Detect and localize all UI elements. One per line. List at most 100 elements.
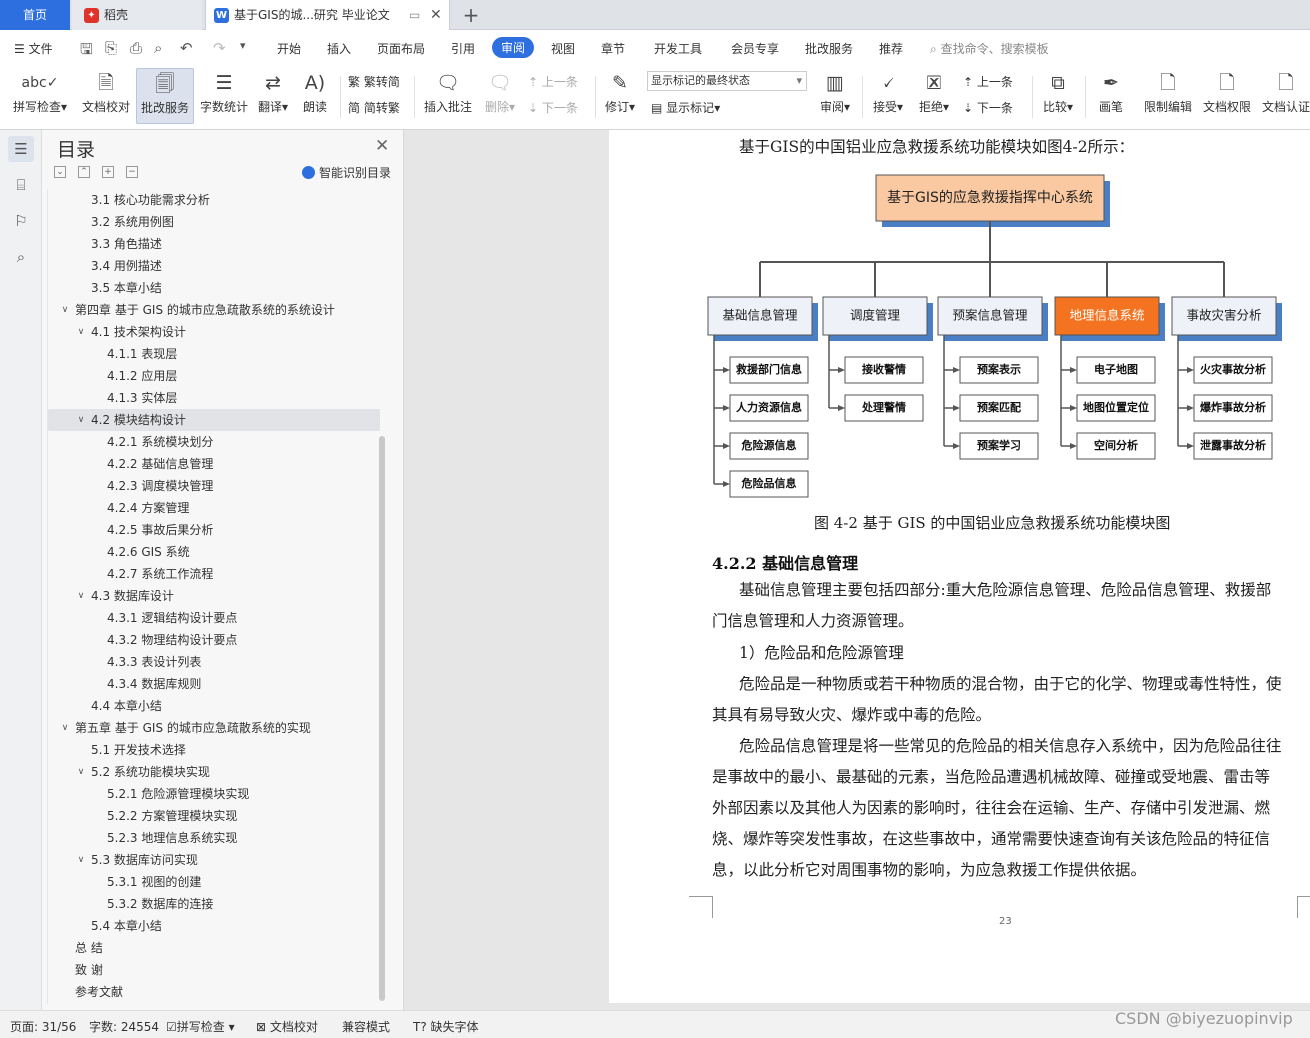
menu-chapter[interactable]: 章节 xyxy=(601,40,625,57)
chevron-down-icon[interactable]: ∨ xyxy=(75,409,87,431)
toc-item-label: 4.2.7 系统工作流程 xyxy=(107,567,214,581)
prev-comment-button[interactable]: ⇡ 上一条 xyxy=(528,73,578,90)
toc-item-label: 4.3.2 物理结构设计要点 xyxy=(107,633,238,647)
status-spellcheck[interactable]: ☑拼写检查 ▾ xyxy=(166,1018,235,1035)
toc-item-label: 4.3.4 数据库规则 xyxy=(107,677,202,691)
command-search-label: 查找命令、搜索模板 xyxy=(940,42,1049,56)
doc-cert-button[interactable]: 🗋 文档认证 xyxy=(1258,68,1310,124)
accept-icon: 🗸 xyxy=(881,72,895,94)
menu-recommend[interactable]: 推荐 xyxy=(879,40,903,57)
remove-level-icon[interactable]: − xyxy=(126,166,138,178)
toc-panel-icon[interactable]: ☰ xyxy=(8,136,34,162)
menu-review-service[interactable]: 批改服务 xyxy=(805,40,853,57)
read-aloud-icon: A) xyxy=(304,72,326,94)
menu-review[interactable]: 审阅 xyxy=(492,37,535,58)
status-doccheck[interactable]: ⊠ 文档校对 xyxy=(256,1018,318,1035)
chevron-down-icon[interactable]: ∨ xyxy=(59,299,71,321)
print-icon[interactable]: ⎙ xyxy=(130,39,142,57)
bookmark-icon[interactable]: ⚐ xyxy=(8,208,34,234)
delete-comment-button[interactable]: 🗨 删除▾ xyxy=(480,68,520,124)
chevron-down-icon[interactable]: ∨ xyxy=(59,717,71,739)
missing-font[interactable]: T? 缺失字体 xyxy=(413,1018,479,1035)
compare-button[interactable]: ⧉ 比较▾ xyxy=(1038,68,1078,124)
toc-item-label: 3.1 核心功能需求分析 xyxy=(91,193,210,207)
wordcount-button[interactable]: ☰ 字数统计 xyxy=(198,68,250,124)
tab-document-label: 基于GIS的城...研究 毕业论文 xyxy=(234,8,390,22)
new-tab-button[interactable]: + xyxy=(458,0,484,30)
find-icon[interactable]: ⌕ xyxy=(8,244,34,270)
menu-view[interactable]: 视图 xyxy=(551,40,575,57)
menu-page-layout[interactable]: 页面布局 xyxy=(377,40,425,57)
undo-icon[interactable]: ↶ xyxy=(180,39,193,57)
markup-state-select[interactable]: 显示标记的最终状态 ▾ xyxy=(647,71,807,91)
review-pane-button[interactable]: ▥ 审阅▾ xyxy=(815,68,855,124)
module-box-label: 基础信息管理 xyxy=(722,308,798,323)
tab-home[interactable]: 首页 xyxy=(0,0,70,30)
to-simplified-button[interactable]: 简 简转繁 xyxy=(348,99,400,116)
to-traditional-button[interactable]: 繁 繁转简 xyxy=(348,73,400,90)
track-changes-button[interactable]: ✎ 修订▾ xyxy=(600,68,640,124)
pin-tab-icon[interactable]: ▭ xyxy=(409,0,420,30)
delete-comment-label: 删除 xyxy=(484,100,509,114)
menu-member[interactable]: 会员专享 xyxy=(731,40,779,57)
module-box-label: 预案信息管理 xyxy=(952,308,1028,323)
chapter-nav-icon[interactable]: ⌸ xyxy=(8,172,34,198)
redo-icon[interactable]: ↷ xyxy=(213,39,226,57)
translate-button[interactable]: ⇄ 翻译▾ xyxy=(255,68,291,124)
menu-developer[interactable]: 开发工具 xyxy=(654,40,702,57)
reject-button[interactable]: 🗷 拒绝▾ xyxy=(914,68,954,124)
arrow-head xyxy=(723,405,730,411)
show-markup-button[interactable]: ▤ 显示标记▾ xyxy=(651,99,720,116)
spellcheck-button[interactable]: abc✓ 拼写检查▾ xyxy=(8,68,72,124)
next-comment-button[interactable]: ⇣ 下一条 xyxy=(528,99,578,116)
read-aloud-button[interactable]: A) 朗读 xyxy=(298,68,332,124)
command-search[interactable]: ⌕ 查找命令、搜索模板 xyxy=(930,40,1049,57)
close-icon[interactable]: ✕ xyxy=(375,136,389,156)
tab-daoke[interactable]: ✦ 稻壳 xyxy=(72,0,202,30)
page-number: 23 xyxy=(999,916,1012,927)
chevron-down-icon[interactable]: ∨ xyxy=(75,761,87,783)
tab-document[interactable]: W 基于GIS的城...研究 毕业论文 ▭ ✕ xyxy=(205,0,450,30)
quick-access-more-icon[interactable]: ▾ xyxy=(240,39,246,52)
collapse-all-icon[interactable]: ⌄ xyxy=(54,166,66,178)
doc-permission-button[interactable]: 🗋 文档权限 xyxy=(1199,68,1255,124)
prev-change-label: 上一条 xyxy=(976,75,1013,89)
module-box-label: 调度管理 xyxy=(850,308,901,323)
toc-item-label: 5.2 系统功能模块实现 xyxy=(91,765,210,779)
insert-comment-button[interactable]: 🗨 插入批注 xyxy=(420,68,476,124)
review-service-button[interactable]: 🗐 批改服务 xyxy=(136,68,194,124)
toc-title: 目录 xyxy=(57,139,96,161)
smart-toc-button[interactable]: 智能识别目录 xyxy=(302,164,391,181)
print-preview-icon[interactable]: ⌕ xyxy=(154,39,162,57)
chevron-down-icon[interactable]: ∨ xyxy=(75,849,87,871)
toc-item-label: 4.3.3 表设计列表 xyxy=(107,655,202,669)
pen-button[interactable]: ✒ 画笔 xyxy=(1091,68,1131,124)
restrict-edit-button[interactable]: 🗋 限制编辑 xyxy=(1140,68,1196,124)
review-pane-icon: ▥ xyxy=(826,72,844,94)
close-tab-icon[interactable]: ✕ xyxy=(430,0,442,30)
paragraph-line: 危险品是一种物质或若干种物质的混合物，由于它的化学、物理或毒性特性，使 xyxy=(739,675,1282,693)
chevron-down-icon[interactable]: ∨ xyxy=(75,321,87,343)
chevron-down-icon[interactable]: ∨ xyxy=(75,585,87,607)
menu-start[interactable]: 开始 xyxy=(277,40,301,57)
save-icon[interactable]: 🖫 xyxy=(80,39,93,64)
file-menu[interactable]: ☰ 文件 xyxy=(14,40,53,57)
show-markup-label: 显示标记 xyxy=(666,101,715,115)
word-count[interactable]: 字数: 24554 xyxy=(89,1018,159,1035)
markup-state-value: 显示标记的最终状态 xyxy=(651,74,750,87)
accept-button[interactable]: 🗸 接受▾ xyxy=(868,68,908,124)
toc-item[interactable]: ∨ 4.2 模块结构设计 xyxy=(48,409,380,431)
expand-up-icon[interactable]: ⌃ xyxy=(78,166,90,178)
next-change-button[interactable]: ⇣ 下一条 xyxy=(963,99,1013,116)
toc-scrollbar[interactable] xyxy=(379,436,385,1001)
doccheck-button[interactable]: 🗎 文档校对 xyxy=(79,68,133,124)
add-level-icon[interactable]: + xyxy=(102,166,114,178)
export-pdf-icon[interactable]: ⎘ xyxy=(105,39,117,57)
toc-item-label: 5.3.2 数据库的连接 xyxy=(107,897,214,911)
watermark: CSDN @biyezuopinvip xyxy=(1115,1009,1293,1028)
compat-mode[interactable]: 兼容模式 xyxy=(342,1018,390,1035)
menu-references[interactable]: 引用 xyxy=(451,40,475,57)
prev-change-button[interactable]: ⇡ 上一条 xyxy=(963,73,1013,90)
page-indicator[interactable]: 页面: 31/56 xyxy=(10,1018,76,1035)
menu-insert[interactable]: 插入 xyxy=(327,40,351,57)
